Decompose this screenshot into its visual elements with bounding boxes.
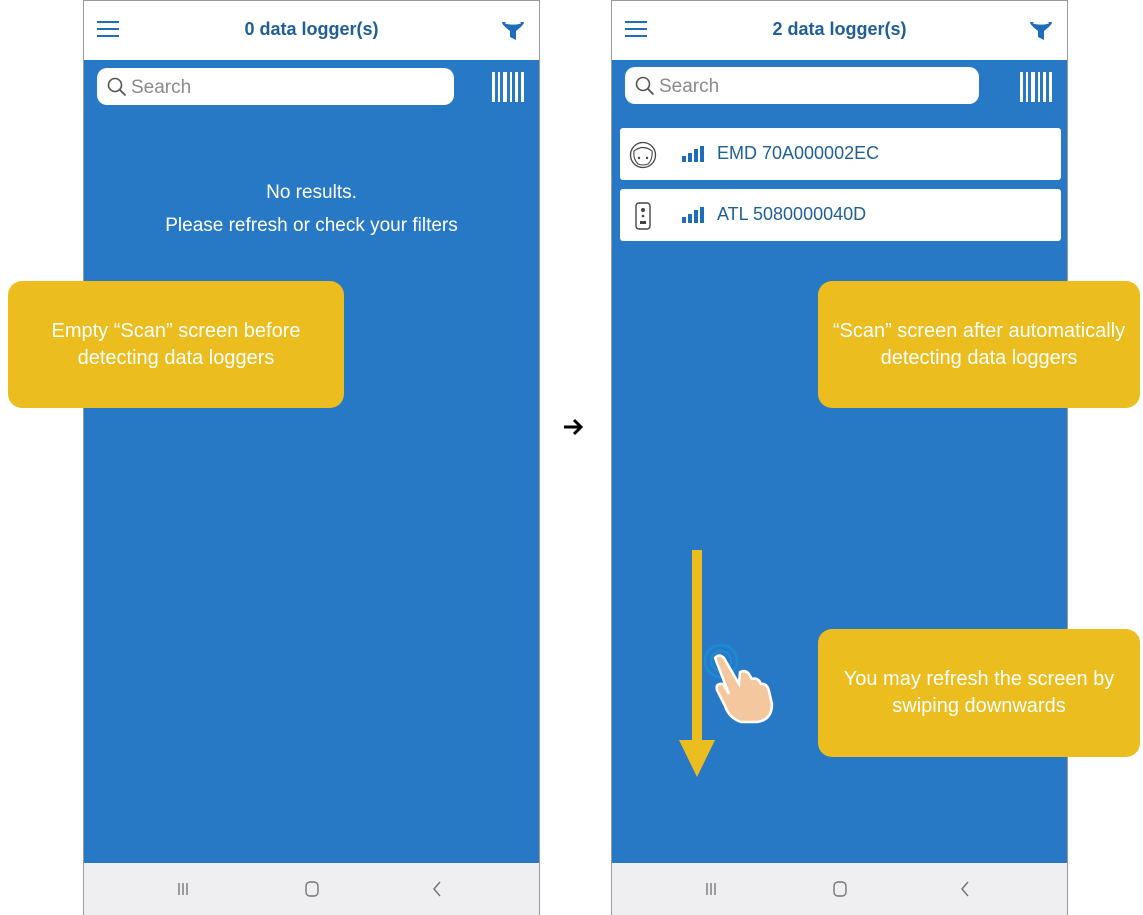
note-text: Empty “Scan” screen before detecting dat… [51,319,301,369]
barcode-scan-icon[interactable] [491,70,525,104]
round-logger-icon [629,141,657,169]
swipe-hand-icon [703,643,774,724]
android-nav-bar [612,863,1067,915]
note-text: You may refresh the screen by swiping do… [843,668,1115,717]
search-placeholder: Search [659,76,720,97]
search-input[interactable]: Search [97,68,454,105]
home-icon[interactable] [299,877,325,901]
note-swipe-refresh: You may refresh the screen by swiping do… [818,629,1140,757]
page-title: 2 data logger(s) [772,19,907,39]
note-text: “Scan” screen after automatically detect… [832,319,1126,369]
back-icon[interactable] [952,877,978,901]
barcode-scan-icon[interactable] [1019,70,1053,104]
logger-name: EMD 70A000002EC [717,143,880,163]
home-icon[interactable] [827,877,853,901]
empty-state: No results. Please refresh or check your… [84,176,539,242]
recent-apps-icon[interactable] [170,877,196,901]
logger-list-item[interactable]: ATL 5080000040D [620,189,1061,241]
logger-name: ATL 5080000040D [717,204,867,224]
android-nav-bar [84,863,539,915]
top-bar: 2 data logger(s) [612,0,1067,60]
scan-screen-empty: 0 data logger(s) Search No results. Plea… [83,0,540,915]
empty-title: No results. [266,182,357,203]
note-after-detection: “Scan” screen after automatically detect… [818,281,1140,408]
top-bar: 0 data logger(s) [84,0,539,60]
recent-apps-icon[interactable] [698,877,724,901]
empty-hint: Please refresh or check your filters [165,215,458,236]
logger-list-item[interactable]: EMD 70A000002EC [620,128,1061,180]
filter-icon[interactable] [1029,19,1053,43]
back-icon[interactable] [424,877,450,901]
search-icon [107,77,127,97]
filter-icon[interactable] [501,19,525,43]
tag-logger-icon [635,202,651,230]
note-empty-screen: Empty “Scan” screen before detecting dat… [8,281,344,408]
search-placeholder: Search [131,77,192,98]
signal-strength-icon [682,207,704,223]
search-input[interactable]: Search [625,67,979,104]
page-title: 0 data logger(s) [244,19,379,39]
search-icon [635,76,655,96]
signal-strength-icon [682,146,704,162]
search-row: Search [612,60,1067,118]
search-row: Search [84,60,539,118]
transition-arrow-icon [564,418,584,436]
